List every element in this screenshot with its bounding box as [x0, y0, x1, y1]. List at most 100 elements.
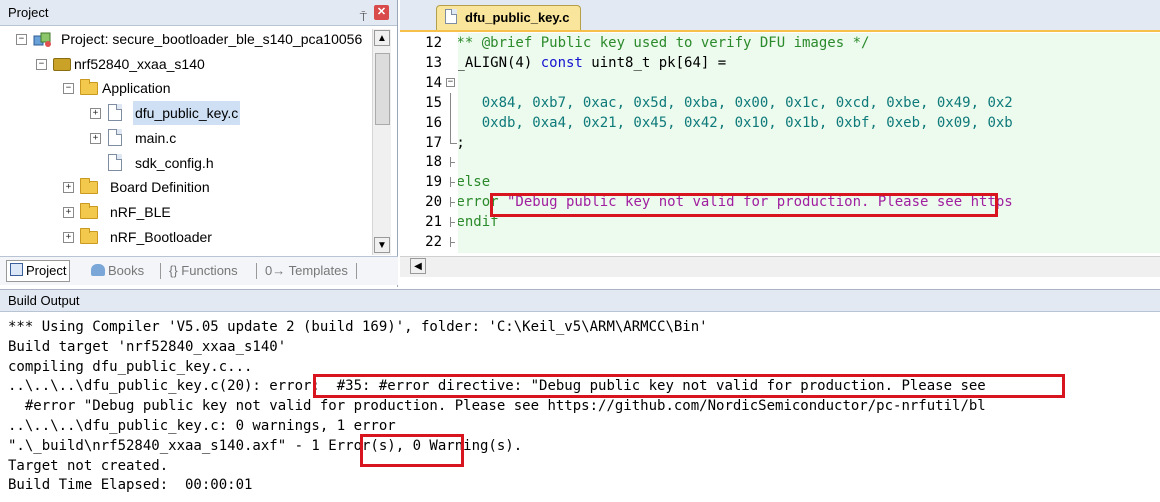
tree-item[interactable]: sdk_config.h — [0, 151, 372, 175]
build-output-line: *** Using Compiler 'V5.05 update 2 (buil… — [8, 319, 708, 335]
scroll-down-arrow-icon[interactable]: ▼ — [374, 237, 390, 253]
project-icon — [33, 31, 51, 47]
code-token: 0xdb, 0xa4, 0x21, 0x45, 0x42, 0x10, 0x1b… — [458, 114, 1013, 131]
tab-templates[interactable]: 0→ Templates — [262, 261, 351, 281]
collapse-icon[interactable]: − — [63, 83, 74, 95]
tab-functions-label: {} Functions — [169, 263, 238, 278]
code-line: }; — [458, 133, 465, 153]
error-count-highlight-box — [360, 434, 464, 467]
tree-item-label: nrf52840_xxaa_s140 — [74, 55, 205, 72]
project-tree-scrollbar[interactable]: ▲ ▼ — [372, 29, 391, 255]
tab-separator — [356, 263, 357, 279]
file-icon — [445, 9, 457, 24]
tree-item[interactable]: − nrf52840_xxaa_s140 — [0, 52, 372, 76]
folder-icon — [80, 202, 98, 219]
build-output-title: Build Output — [0, 290, 1160, 312]
editor-tab-dfu-public-key[interactable]: dfu_public_key.c — [436, 5, 581, 30]
fold-marker — [444, 33, 458, 53]
tab-separator — [160, 263, 161, 279]
folder-icon — [80, 227, 98, 244]
line-number: 19 — [425, 174, 442, 191]
tab-books-label: Books — [108, 263, 145, 278]
tree-item-label: Project: secure_bootloader_ble_s140_pca1… — [61, 31, 363, 47]
expand-icon[interactable]: + — [63, 231, 74, 243]
fold-marker — [444, 92, 458, 113]
tree-item-label: main.c — [135, 129, 177, 146]
scroll-up-arrow-icon[interactable]: ▲ — [374, 30, 390, 46]
project-panel-title: Project ⍑ ✕ — [0, 0, 397, 26]
file-icon — [108, 104, 122, 122]
code-token: uint8_t pk[64] = — [582, 54, 727, 71]
fold-marker — [444, 212, 458, 232]
editor-tab-bar: dfu_public_key.c — [400, 0, 1160, 32]
build-output-line: ..\..\..\dfu_public_key.c: 0 warnings, 1… — [8, 418, 396, 434]
build-output-panel: Build Output *** Using Compiler 'V5.05 u… — [0, 289, 1160, 502]
tree-item[interactable]: + dfu_public_key.c — [0, 101, 372, 126]
line-number: 14 — [425, 74, 442, 91]
line-number: 17 — [425, 134, 442, 151]
build-output-line: Target not created. — [8, 457, 169, 474]
line-number-gutter: 12 13 14−15 16 17 18 19 20 21 22 — [408, 33, 457, 253]
tree-item[interactable]: + nRF_Bootloader — [0, 225, 372, 249]
fold-collapse-icon[interactable]: − — [446, 77, 455, 87]
code-token: 0x84, 0xb7, 0xac, 0x5d, 0xba, 0x00, 0x1c… — [458, 94, 1013, 111]
code-token: const — [540, 54, 583, 71]
tree-item-label: Board Definition — [110, 179, 210, 196]
build-output-line: compiling dfu_public_key.c... — [8, 358, 253, 375]
line-number: 20 — [425, 194, 442, 211]
editor-horizontal-scrollbar[interactable]: ◀ — [400, 256, 1160, 277]
close-icon[interactable]: ✕ — [374, 5, 389, 20]
expand-icon[interactable]: + — [90, 108, 101, 120]
fold-marker[interactable]: − — [444, 73, 458, 93]
fold-marker — [444, 192, 458, 212]
scrollbar-thumb[interactable] — [375, 53, 390, 125]
tree-item[interactable]: + nRF_BLE — [0, 200, 372, 224]
collapse-icon[interactable]: − — [36, 58, 47, 70]
code-editor: dfu_public_key.c 12 13 14−15 16 17 18 19 20 21 22… — [400, 0, 1160, 287]
tree-item-label: Application — [102, 80, 171, 97]
tab-templates-label: 0→ Templates — [265, 263, 348, 278]
code-line: 0x84, 0xb7, 0xac, 0x5d, 0xba, 0x00, 0x1c… — [458, 93, 1013, 113]
error-line-highlight-box — [490, 193, 998, 217]
tab-project-label: Project — [26, 263, 67, 278]
expand-icon[interactable]: + — [63, 206, 74, 218]
code-token: }; — [458, 135, 465, 151]
expand-icon[interactable]: + — [90, 132, 101, 144]
fold-marker — [444, 112, 458, 133]
code-text-area[interactable]: /** @brief Public key used to verify DFU… — [458, 33, 1160, 253]
scroll-left-arrow-icon[interactable]: ◀ — [410, 258, 426, 274]
expand-icon[interactable]: + — [63, 182, 74, 194]
fold-marker — [444, 172, 458, 192]
file-icon — [108, 128, 122, 146]
build-output-line: #error "Debug public key not valid for p… — [8, 398, 986, 415]
tree-item-label: sdk_config.h — [135, 154, 214, 171]
tab-functions[interactable]: {} Functions — [166, 261, 241, 281]
tab-books[interactable]: Books — [88, 261, 147, 281]
line-number: 15 — [425, 94, 442, 111]
fold-marker — [444, 232, 458, 252]
editor-tab-label: dfu_public_key.c — [465, 10, 570, 25]
build-output-line: Build Time Elapsed: 00:00:01 — [8, 477, 253, 494]
fold-marker — [444, 53, 458, 73]
project-panel-title-text: Project — [8, 5, 49, 20]
tree-item-label: nRF_Bootloader — [110, 228, 212, 245]
collapse-icon[interactable]: − — [16, 34, 27, 45]
tab-project[interactable]: Project — [6, 260, 71, 282]
tree-item[interactable]: − Project: secure_bootloader_ble_s140_pca… — [0, 27, 372, 51]
line-number: 12 — [425, 35, 442, 51]
tree-item[interactable]: + main.c — [0, 126, 372, 150]
line-number: 16 — [425, 114, 442, 131]
file-icon — [108, 153, 122, 171]
fold-marker — [444, 132, 458, 153]
code-token: #else — [458, 174, 491, 191]
code-line: 0xdb, 0xa4, 0x21, 0x45, 0x42, 0x10, 0x1b… — [458, 113, 1013, 133]
books-icon — [91, 264, 105, 276]
tree-item[interactable]: + Board Definition — [0, 175, 372, 199]
code-line: /** @brief Public key used to verify DFU… — [458, 33, 869, 53]
line-number: 21 — [425, 214, 442, 231]
tree-item[interactable]: − Application — [0, 76, 372, 100]
code-token: __ALIGN(4) — [458, 54, 533, 71]
tree-item-label: nRF_BLE — [110, 203, 171, 220]
tree-item-label: dfu_public_key.c — [133, 101, 241, 126]
error-directive-highlight-box — [313, 374, 1065, 398]
